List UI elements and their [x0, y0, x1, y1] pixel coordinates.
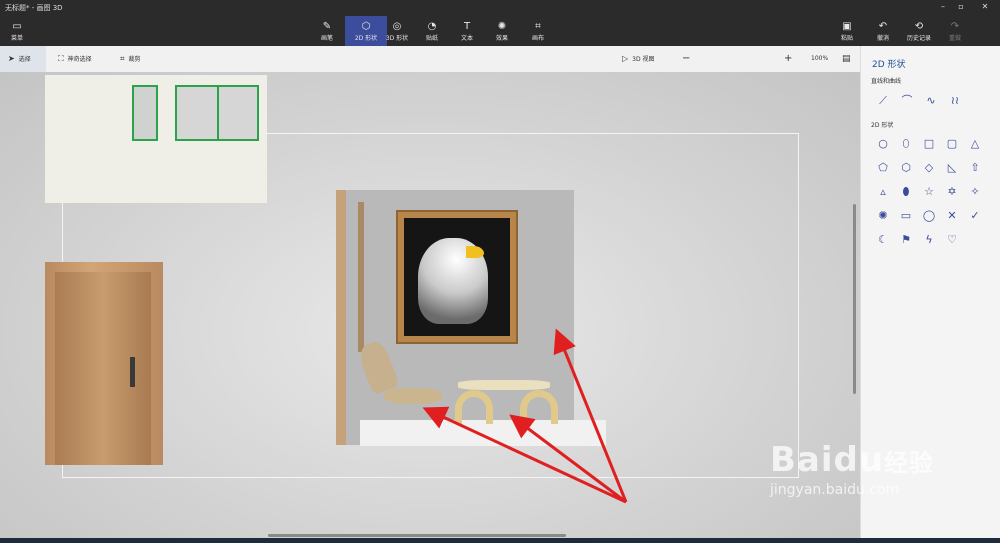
heart-icon[interactable]: ♡ [942, 230, 962, 250]
cross-icon[interactable]: ✕ [942, 206, 962, 226]
banner-icon[interactable]: ⚑ [896, 230, 916, 250]
star6-icon[interactable]: ✡ [942, 182, 962, 202]
tab-brushes[interactable]: ✎ 画笔 [306, 16, 348, 46]
undo-button[interactable]: ↶ 撤消 [868, 16, 898, 46]
star4-icon[interactable]: ✧ [965, 182, 985, 202]
leaf-icon[interactable]: ⬮ [896, 182, 916, 202]
capsule-icon[interactable]: ⬯ [896, 134, 916, 154]
crop-button[interactable]: ⌗ 裁剪 [120, 46, 141, 72]
canvas-area[interactable] [0, 72, 860, 543]
shapes-section-title: 2D 形状 [871, 122, 894, 129]
rounded-square-icon[interactable]: ▢ [942, 134, 962, 154]
paste-button[interactable]: ▣ 粘贴 [832, 16, 862, 46]
redo-icon: ↷ [950, 21, 960, 32]
zoom-percent: 100% [811, 55, 829, 62]
clipboard-icon: ▣ [842, 21, 852, 32]
hexagon-icon[interactable]: ⬡ [896, 158, 916, 178]
baidu-brand: Baidu [770, 440, 885, 480]
canvas-icon: ⌗ [535, 21, 541, 32]
3d-view-button[interactable]: ▷ 3D 视图 [622, 46, 655, 72]
baidu-brand-cn: 经验 [884, 449, 935, 477]
maximize-button[interactable]: ▫ [950, 0, 972, 14]
star5-icon[interactable]: ☆ [919, 182, 939, 202]
redo-button[interactable]: ↷ 重做 [940, 16, 970, 46]
right-triangle-icon[interactable]: ◺ [942, 158, 962, 178]
shape-grid: ○ ⬯ □ ▢ △ ⬠ ⬡ ◇ ◺ ⇧ ▵ ⬮ ☆ ✡ ✧ ✺ ▭ ◯ ✕ ✓ ☾ ⚑ ϟ ♡ [873, 134, 993, 254]
moon-icon[interactable]: ☾ [873, 230, 893, 250]
horizontal-scrollbar[interactable] [268, 534, 566, 537]
baidu-watermark: Baidu经验 jingyan.baidu.com [770, 440, 950, 520]
circle-icon[interactable]: ○ [873, 134, 893, 154]
magic-select-button[interactable]: ⛶ 神奇选择 [58, 46, 92, 72]
fit-view-icon[interactable]: ▤ [842, 46, 851, 72]
cursor-icon: ➤ [8, 54, 15, 63]
folder-icon: ▭ [12, 21, 22, 32]
pentagon-icon[interactable]: ⬠ [873, 158, 893, 178]
arc-icon[interactable]: ⌒ [897, 91, 917, 111]
lightning-icon[interactable]: ϟ [919, 230, 939, 250]
3d-view-icon: ▷ [622, 54, 629, 63]
lines-section-title: 直线和曲线 [871, 78, 902, 85]
diamond-icon[interactable]: ◇ [919, 158, 939, 178]
menu-button[interactable]: ▭ 菜单 [2, 16, 32, 46]
triangle-icon[interactable]: △ [965, 134, 985, 154]
arrow-up-icon[interactable]: ⇧ [965, 158, 985, 178]
panel-title: 2D 形状 [872, 60, 906, 70]
ribbon: 无标题* - 画图 3D – ▫ ✕ ▭ 菜单 ✎ 画笔 ⬡ 2D 形状 ◎ 3… [0, 0, 1000, 46]
speech-oval-icon[interactable]: ◯ [919, 206, 939, 226]
check-icon[interactable]: ✓ [965, 206, 985, 226]
speech-rect-icon[interactable]: ▭ [896, 206, 916, 226]
crop-icon: ⌗ [120, 54, 125, 63]
baidu-url: jingyan.baidu.com [770, 482, 900, 498]
square-icon[interactable]: □ [919, 134, 939, 154]
line-icon[interactable]: ⟋ [873, 91, 893, 111]
selection-toolbar: ➤ 选择 ⛶ 神奇选择 ⌗ 裁剪 ▷ 3D 视图 − + 100% ▤ [0, 46, 860, 112]
select-button[interactable]: ➤ 选择 [0, 46, 46, 72]
burst-icon[interactable]: ✺ [873, 206, 893, 226]
magic-select-icon: ⛶ [58, 54, 64, 63]
wave-icon[interactable]: ∿ [921, 91, 941, 111]
history-icon: ⟲ [914, 21, 924, 32]
line-tools-row: ⟋ ⌒ ∿ ≀≀ [871, 91, 986, 111]
undo-icon: ↶ [878, 21, 888, 32]
annotation-arrows [422, 328, 628, 504]
zoom-out-button[interactable]: − [682, 46, 690, 72]
zoom-in-button[interactable]: + [784, 46, 792, 72]
brush-icon: ✎ [322, 21, 332, 32]
close-button[interactable]: ✕ [974, 0, 996, 14]
tab-canvas[interactable]: ⌗ 画布 [517, 16, 559, 46]
squiggle-icon[interactable]: ≀≀ [945, 91, 965, 111]
triangle-outline-icon[interactable]: ▵ [873, 182, 893, 202]
arrow-to-chair [422, 406, 627, 504]
taskbar [0, 538, 1000, 543]
history-button[interactable]: ⟲ 历史记录 [900, 16, 938, 46]
window-title: 无标题* - 画图 3D [5, 4, 63, 12]
vertical-scrollbar[interactable] [853, 204, 856, 394]
